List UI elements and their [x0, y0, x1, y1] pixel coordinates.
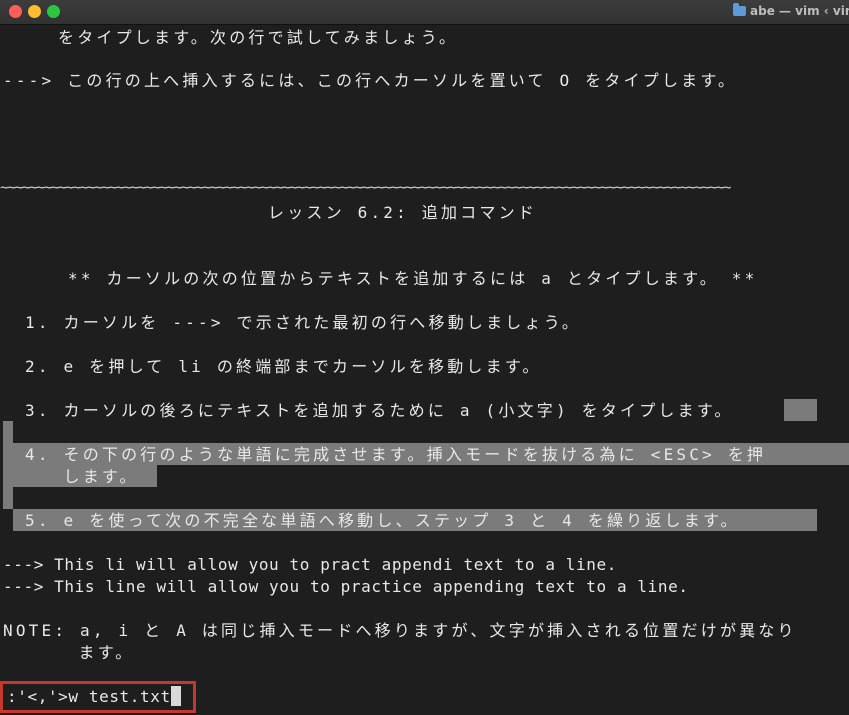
example-line-incomplete: ---> This li will allow you to pract app…	[3, 555, 617, 574]
lesson-title: レッスン 6.2: 追加コマンド	[268, 203, 537, 222]
step-4-cont: します。	[25, 467, 139, 486]
step-2: 2. e を押して li の終端部までカーソルを移動します。	[25, 357, 542, 376]
minimize-window-button[interactable]	[28, 5, 41, 18]
step-3: 3. カーソルの後ろにテキストを追加するために a (小文字) をタイプします。	[25, 401, 734, 420]
zoom-window-button[interactable]	[47, 5, 60, 18]
lesson-summary: ** カーソルの次の位置からテキストを追加するには a とタイプします。 **	[68, 269, 758, 288]
arrow-line-insert-above: ---> この行の上へ挿入するには、この行へカーソルを置いて O をタイプします…	[3, 71, 738, 90]
close-window-button[interactable]	[9, 5, 22, 18]
text-line: をタイプします。次の行で試してみましょう。	[58, 28, 459, 47]
step-5: 5. e を使って次の不完全な単語へ移動し、ステップ 3 と 4 を繰り返します…	[25, 511, 740, 530]
selection-block	[784, 399, 817, 421]
text-cursor	[170, 686, 181, 706]
note-line-cont: ます。	[40, 643, 135, 662]
section-separator: ~~~~~~~~~~~~~~~~~~~~~~~~~~~~~~~~~~~~~~~~…	[0, 180, 731, 196]
folder-icon	[733, 3, 746, 16]
window-title-text: abe — vim ‹ vim	[750, 4, 849, 18]
window-title: abe — vim ‹ vim	[733, 3, 849, 18]
command-line[interactable]: :'<,'>w test.txt	[7, 686, 181, 708]
example-line-complete: ---> This line will allow you to practic…	[3, 577, 689, 596]
step-1: 1. カーソルを ---> で示された最初の行へ移動しましょう。	[25, 313, 582, 332]
command-text: :'<,'>w test.txt	[7, 687, 171, 706]
title-bar: abe — vim ‹ vim	[0, 0, 849, 25]
terminal-buffer[interactable]: をタイプします。次の行で試してみましょう。 ---> この行の上へ挿入するには、…	[0, 25, 849, 715]
selection-block	[3, 421, 13, 509]
step-4: 4. その下の行のような単語に完成させます。挿入モードを抜ける為に <ESC> …	[25, 445, 767, 464]
command-line-highlight: :'<,'>w test.txt	[0, 681, 196, 713]
note-line: NOTE: a, i と A は同じ挿入モードへ移りますが、文字が挿入される位置…	[3, 621, 797, 640]
